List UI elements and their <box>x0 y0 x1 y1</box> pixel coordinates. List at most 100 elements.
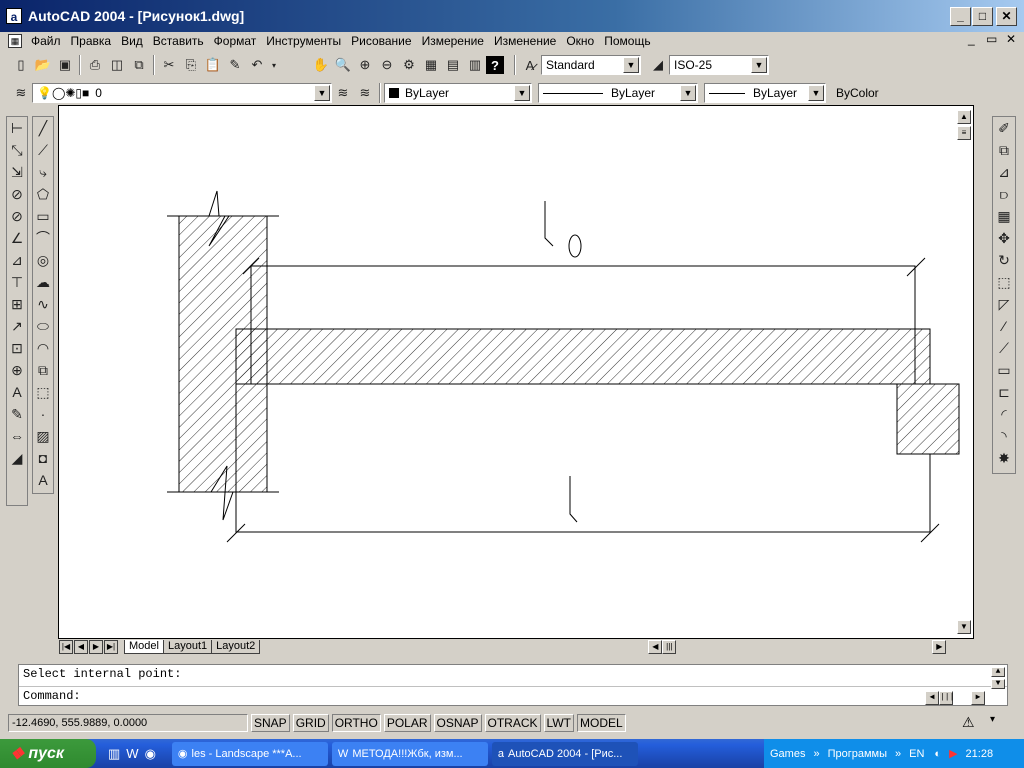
properties-icon[interactable]: ⚙ <box>398 54 420 76</box>
prev-tab-icon[interactable]: ◀ <box>74 640 88 654</box>
line-icon[interactable]: ╱ <box>32 117 54 139</box>
explode-icon[interactable]: ✸ <box>993 447 1015 469</box>
rotate-icon[interactable]: ↻ <box>993 249 1015 271</box>
menu-file[interactable]: Файл <box>26 34 66 48</box>
dbconnect-icon[interactable]: ▥ <box>464 54 486 76</box>
tab-model[interactable]: Model <box>124 640 164 654</box>
layer-manager-icon[interactable]: ≋ <box>10 82 32 104</box>
help-icon[interactable]: ? <box>486 56 504 74</box>
chevron-right-icon[interactable]: » <box>895 748 901 760</box>
match-properties-icon[interactable]: ✎ <box>224 54 246 76</box>
close-button[interactable]: ✕ <box>996 7 1017 26</box>
cmd-scroll-left-icon[interactable]: ◀ <box>925 691 939 705</box>
hatch-icon[interactable]: ▨ <box>32 425 54 447</box>
tab-layout1[interactable]: Layout1 <box>162 640 213 654</box>
scroll-down-icon[interactable]: ▼ <box>957 620 971 634</box>
insert-block-icon[interactable]: ⧉ <box>32 359 54 381</box>
dim-style-select[interactable]: ISO-25 ▼ <box>669 55 769 75</box>
chamfer-icon[interactable]: ◜ <box>993 403 1015 425</box>
command-prompt[interactable]: Command: <box>19 687 1007 705</box>
support-hatch[interactable] <box>896 383 960 455</box>
polygon-icon[interactable]: ⬠ <box>32 183 54 205</box>
leader-icon[interactable]: ↗ <box>6 315 28 337</box>
chevron-right-icon[interactable]: » <box>813 748 819 760</box>
undo-icon[interactable]: ↶ <box>246 54 268 76</box>
aligned-dim-icon[interactable]: ⤡ <box>6 139 28 161</box>
construction-line-icon[interactable]: ⟋ <box>32 139 54 161</box>
ellipse-arc-icon[interactable]: ◠ <box>32 337 54 359</box>
layer-select[interactable]: 💡◯✺▯■ 0 ▼ <box>32 83 332 103</box>
dim-update-icon[interactable]: ⇔ <box>6 425 28 447</box>
language-indicator[interactable]: EN <box>909 748 924 760</box>
autocad-icon[interactable]: a <box>6 8 22 24</box>
start-button[interactable]: ❖ пуск <box>0 739 96 768</box>
ordinate-dim-icon[interactable]: ⇲ <box>6 161 28 183</box>
maximize-button[interactable]: □ <box>972 7 993 26</box>
color-select[interactable]: ByLayer ▼ <box>384 83 532 103</box>
linear-dim-icon[interactable]: ⊢ <box>6 117 28 139</box>
tool-palettes-icon[interactable]: ▤ <box>442 54 464 76</box>
word-icon[interactable]: W <box>126 746 138 762</box>
chevron-down-icon[interactable]: ▼ <box>314 85 330 101</box>
pan-icon[interactable]: ✋ <box>310 54 332 76</box>
lwt-toggle[interactable]: LWT <box>543 714 574 732</box>
chevron-down-icon[interactable]: ▼ <box>751 57 767 73</box>
mtext-icon[interactable]: A <box>32 469 54 491</box>
chevron-down-icon[interactable]: ▼ <box>808 85 824 101</box>
dim-style-icon[interactable]: ◢ <box>647 54 669 76</box>
status-menu-icon[interactable]: ▾ <box>990 714 995 725</box>
offset-icon[interactable]: ⫐ <box>993 183 1015 205</box>
menu-insert[interactable]: Вставить <box>148 34 209 48</box>
break-icon[interactable]: ▭ <box>993 359 1015 381</box>
show-desktop-icon[interactable]: ▥ <box>108 746 120 762</box>
text-style-select[interactable]: Standard ▼ <box>541 55 641 75</box>
scale-icon[interactable]: ⬚ <box>993 271 1015 293</box>
print-icon[interactable]: ⎙ <box>84 54 106 76</box>
mirror-icon[interactable]: ⊿ <box>993 161 1015 183</box>
dim-text-edit-icon[interactable]: ✎ <box>6 403 28 425</box>
chevron-down-icon[interactable]: ▼ <box>680 85 696 101</box>
paste-icon[interactable]: 📋 <box>202 54 224 76</box>
open-icon[interactable]: 📂 <box>32 54 54 76</box>
snap-toggle[interactable]: SNAP <box>251 714 290 732</box>
trim-icon[interactable]: ⁄ <box>993 315 1015 337</box>
cmd-scroll-up-icon[interactable]: ▲ <box>991 667 1005 677</box>
menu-dimension[interactable]: Измерение <box>417 34 489 48</box>
point-icon[interactable]: · <box>32 403 54 425</box>
clock[interactable]: 21:28 <box>966 748 994 760</box>
arc-icon[interactable]: ⌒ <box>32 227 54 249</box>
extend-icon[interactable]: ⟋ <box>993 337 1015 359</box>
spline-icon[interactable]: ∿ <box>32 293 54 315</box>
menu-view[interactable]: Вид <box>116 34 148 48</box>
diameter-dim-icon[interactable]: ⊘ <box>6 205 28 227</box>
beam-hatch[interactable] <box>235 328 931 385</box>
center-mark-icon[interactable]: ⊕ <box>6 359 28 381</box>
cmd-hscroll-thumb[interactable]: ||| <box>939 691 954 705</box>
menu-help[interactable]: Помощь <box>599 34 655 48</box>
menu-draw[interactable]: Рисование <box>346 34 416 48</box>
minimize-button[interactable]: _ <box>950 7 971 26</box>
command-window[interactable]: Select internal point: Command: ▲ ▼ ◀ ||… <box>18 664 1008 706</box>
circle-icon[interactable]: ◎ <box>32 249 54 271</box>
join-icon[interactable]: ⊏ <box>993 381 1015 403</box>
volume-icon[interactable]: ◐ <box>934 748 941 760</box>
undo-dropdown-icon[interactable]: ▾ <box>268 54 280 76</box>
cut-icon[interactable]: ✂ <box>158 54 180 76</box>
hscroll-thumb[interactable]: ||| <box>662 640 677 654</box>
fillet-icon[interactable]: ◝ <box>993 425 1015 447</box>
new-icon[interactable]: ▯ <box>10 54 32 76</box>
task-landscape[interactable]: ◉ les - Landscape ***A... <box>171 741 328 766</box>
zoom-window-icon[interactable]: ⊕ <box>354 54 376 76</box>
text-style-icon[interactable]: A̷ <box>519 54 541 76</box>
menu-window[interactable]: Окно <box>561 34 599 48</box>
array-icon[interactable]: ▦ <box>993 205 1015 227</box>
ortho-toggle[interactable]: ORTHO <box>331 714 381 732</box>
tab-layout2[interactable]: Layout2 <box>211 640 261 654</box>
make-current-layer-icon[interactable]: ≋ <box>332 82 354 104</box>
lineweight-select[interactable]: ByLayer ▼ <box>704 83 826 103</box>
radius-dim-icon[interactable]: ⊘ <box>6 183 28 205</box>
dim-style-tool-icon[interactable]: ◢ <box>6 447 28 469</box>
document-icon[interactable]: ▦ <box>8 34 22 48</box>
scroll-thumb[interactable]: ≡ <box>957 126 971 140</box>
chevron-down-icon[interactable]: ▼ <box>514 85 530 101</box>
